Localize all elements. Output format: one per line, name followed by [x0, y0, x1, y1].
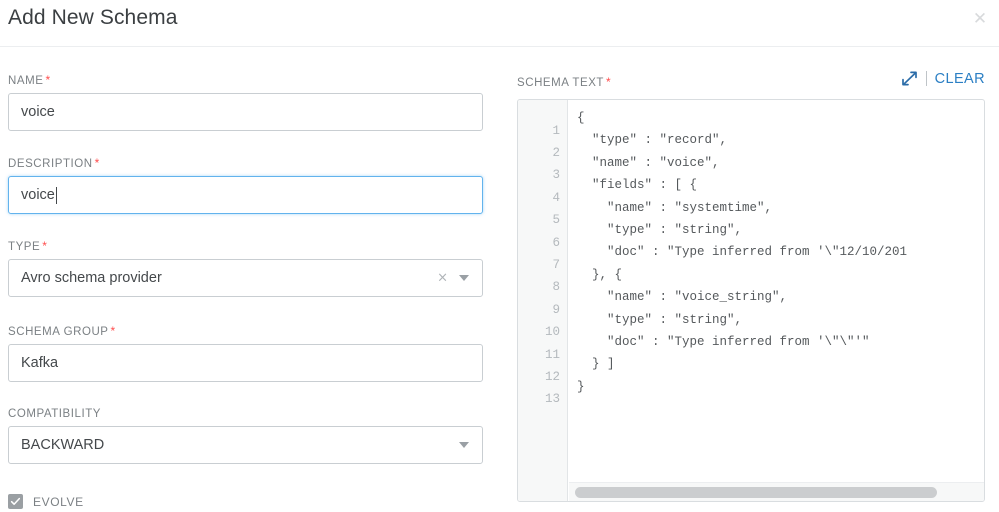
required-marker: *	[42, 239, 48, 253]
chevron-down-icon[interactable]	[459, 275, 469, 281]
scrollbar-thumb[interactable]	[575, 487, 937, 498]
compatibility-select-value: BACKWARD	[21, 437, 105, 453]
schema-group-input-value: Kafka	[21, 355, 59, 371]
expand-diagonal-icon[interactable]	[901, 70, 918, 87]
schema-code[interactable]: { "type" : "record", "name" : "voice", "…	[569, 100, 984, 398]
field-name: NAME * voice	[8, 73, 483, 131]
name-input[interactable]: voice	[8, 93, 483, 131]
required-marker: *	[110, 324, 116, 338]
close-icon[interactable]: ✕	[967, 6, 993, 32]
line-number-gutter: 1 2 3 4 5 6 7 8 9 10 11 12 13	[518, 100, 568, 501]
form-pane: NAME * voice DESCRIPTION * voice TYPE * Avr…	[0, 47, 500, 512]
line-numbers: 1 2 3 4 5 6 7 8 9 10 11 12 13	[544, 123, 560, 407]
modal-header: Add New Schema ✕	[0, 0, 999, 47]
field-type: TYPE * Avro schema provider ×	[8, 239, 483, 297]
description-input[interactable]: voice	[8, 176, 483, 214]
description-input-value: voice	[21, 187, 55, 203]
type-select-value: Avro schema provider	[21, 270, 162, 286]
type-label: TYPE *	[8, 239, 48, 253]
schema-group-label: SCHEMA GROUP *	[8, 324, 116, 338]
schema-text-header: SCHEMA TEXT * CLEAR	[517, 70, 985, 93]
field-compatibility: COMPATIBILITY BACKWARD	[8, 408, 483, 464]
schema-text-label: SCHEMA TEXT *	[517, 75, 612, 89]
add-new-schema-modal: Add New Schema ✕ NAME * voice DESCRIPTION…	[0, 0, 999, 512]
schema-text-pane: SCHEMA TEXT * CLEAR 1 2 3 4 5 6 7 8 9 10 …	[500, 47, 999, 512]
required-marker: *	[94, 156, 100, 170]
page-title: Add New Schema	[8, 6, 178, 29]
chevron-down-icon[interactable]	[459, 442, 469, 448]
compatibility-label: COMPATIBILITY	[8, 408, 101, 420]
name-input-value: voice	[21, 104, 55, 120]
required-marker: *	[45, 73, 51, 87]
check-icon	[10, 497, 21, 505]
description-label: DESCRIPTION *	[8, 156, 100, 170]
type-select[interactable]: Avro schema provider ×	[8, 259, 483, 297]
name-label: NAME *	[8, 73, 51, 87]
schema-text-editor[interactable]: 1 2 3 4 5 6 7 8 9 10 11 12 13 { "type" :…	[517, 99, 985, 502]
action-divider	[925, 71, 927, 86]
field-description: DESCRIPTION * voice	[8, 156, 483, 214]
modal-body: NAME * voice DESCRIPTION * voice TYPE * Avr…	[0, 47, 999, 512]
clear-schema-button[interactable]: CLEAR	[935, 71, 985, 87]
horizontal-scrollbar[interactable]	[569, 482, 984, 501]
field-schema-group: SCHEMA GROUP * Kafka	[8, 324, 483, 382]
required-marker: *	[606, 75, 612, 89]
text-cursor	[55, 186, 57, 204]
evolve-checkbox[interactable]	[8, 494, 23, 509]
evolve-label: EVOLVE	[33, 494, 84, 509]
code-area[interactable]: { "type" : "record", "name" : "voice", "…	[569, 100, 984, 501]
schema-group-input[interactable]: Kafka	[8, 344, 483, 382]
evolve-row: EVOLVE	[8, 494, 84, 509]
compatibility-select[interactable]: BACKWARD	[8, 426, 483, 464]
schema-text-actions: CLEAR	[901, 70, 985, 87]
clear-selection-icon[interactable]: ×	[437, 272, 448, 285]
